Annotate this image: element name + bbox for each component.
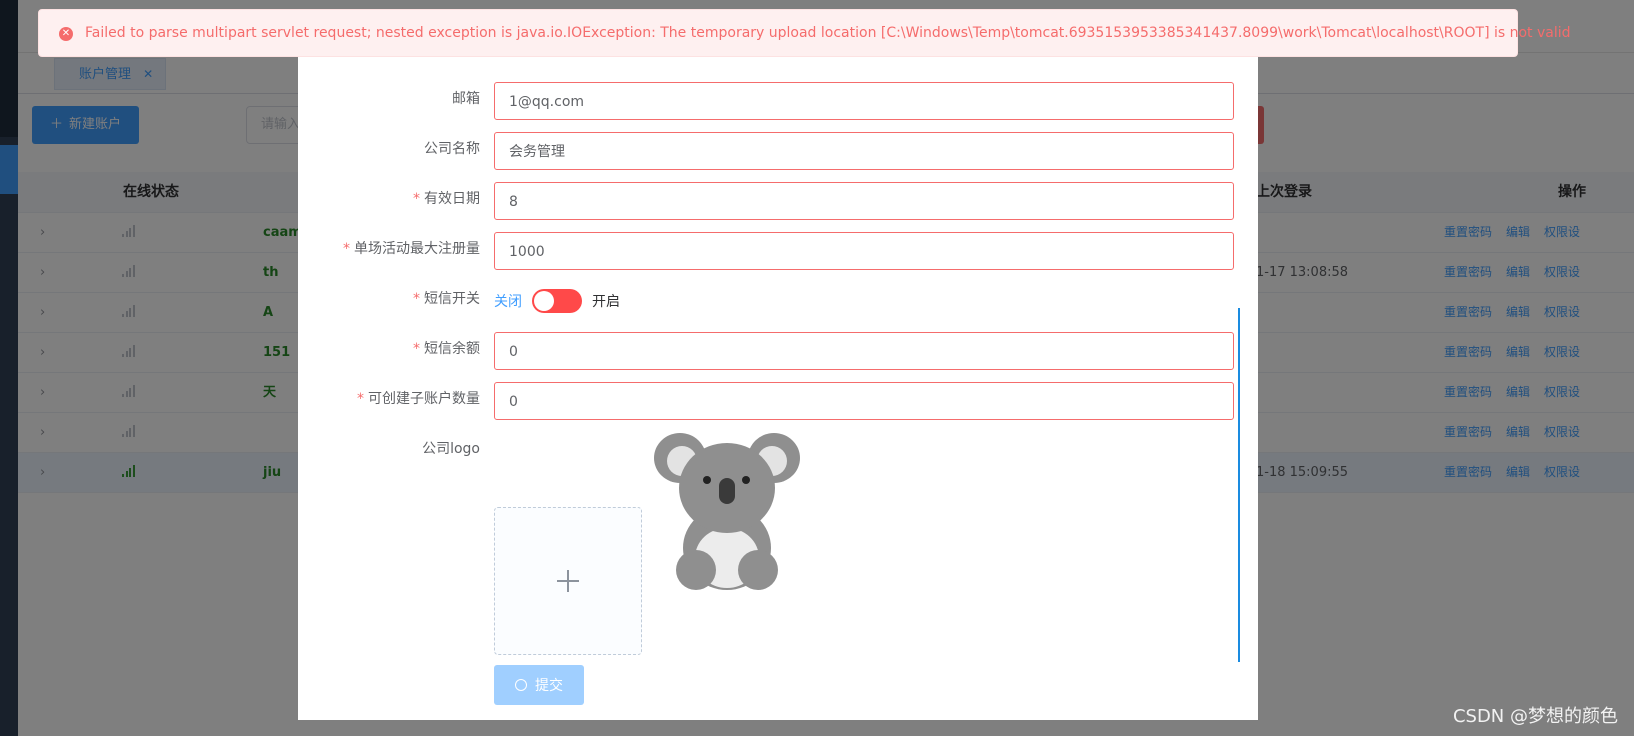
- sms-balance-field[interactable]: 0: [494, 332, 1234, 370]
- edit-account-dialog: 邮箱 1@qq.com 公司名称 会务管理 * 有效日期 8 * 单场活动最大注册量…: [298, 50, 1258, 720]
- error-alert: ✕ Failed to parse multipart servlet requ…: [38, 9, 1571, 57]
- sms-switch[interactable]: 关闭 开启: [494, 288, 620, 314]
- watermark: CSDN @梦想的颜色: [1452, 706, 1618, 727]
- max-registrations-label: * 单场活动最大注册量: [343, 241, 480, 257]
- error-icon: ✕: [59, 27, 73, 41]
- valid-days-label: * 有效日期: [413, 191, 480, 207]
- logo-uploader[interactable]: [494, 507, 642, 655]
- switch-on-text[interactable]: 开启: [592, 291, 620, 311]
- check-circle-icon: [515, 679, 527, 691]
- sub-accounts-label: * 可创建子账户数量: [357, 391, 480, 407]
- plus-icon-vertical: [567, 570, 569, 592]
- form-row-sms-switch: * 短信开关 关闭 开启: [298, 288, 1258, 318]
- switch-off-text[interactable]: 关闭: [494, 291, 522, 311]
- max-registrations-field[interactable]: 1000: [494, 232, 1234, 270]
- email-label: 邮箱: [452, 91, 480, 107]
- vertical-scrollbar[interactable]: [1238, 308, 1240, 662]
- company-name-field[interactable]: 会务管理: [494, 132, 1234, 170]
- switch-toggle[interactable]: [532, 289, 582, 313]
- company-name-label: 公司名称: [424, 141, 480, 157]
- koala-logo-image: [654, 433, 800, 590]
- email-field[interactable]: 1@qq.com: [494, 82, 1234, 120]
- switch-knob: [534, 291, 554, 311]
- sms-switch-label: * 短信开关: [413, 291, 480, 307]
- submit-button[interactable]: 提交: [494, 665, 584, 705]
- sub-accounts-field[interactable]: 0: [494, 382, 1234, 420]
- alert-message: Failed to parse multipart servlet reques…: [85, 25, 1571, 41]
- sms-balance-label: * 短信余额: [413, 341, 480, 357]
- valid-days-field[interactable]: 8: [494, 182, 1234, 220]
- logo-label: 公司logo: [422, 441, 480, 457]
